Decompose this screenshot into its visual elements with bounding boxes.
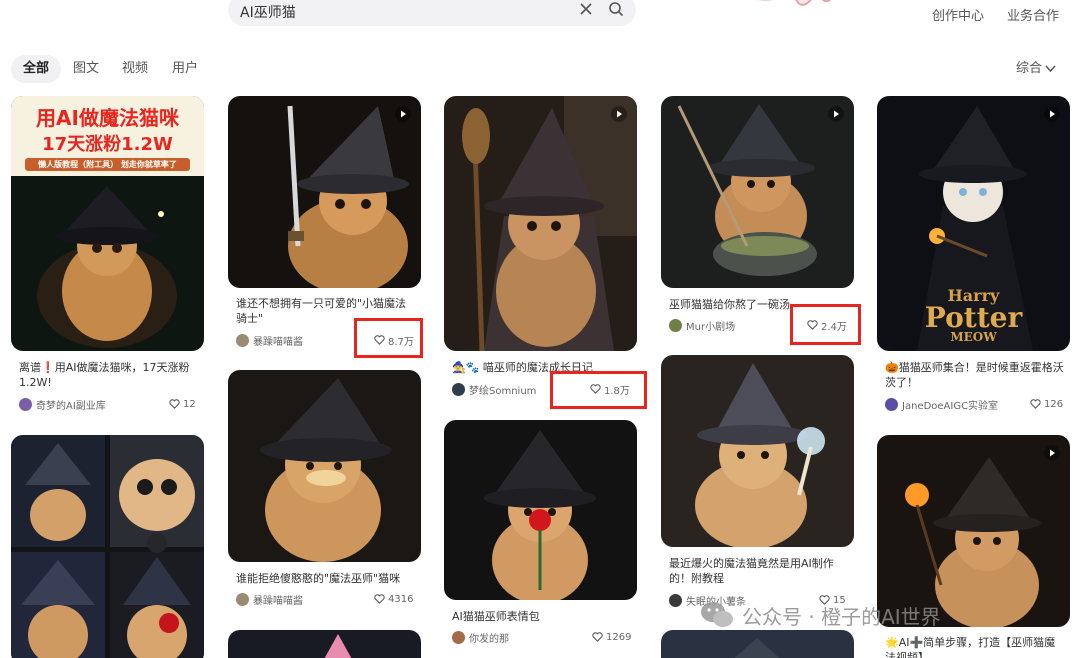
chevron-down-icon xyxy=(1045,64,1056,72)
video-play-icon xyxy=(828,106,844,122)
author[interactable]: JaneDoeAIGC实验室 xyxy=(885,396,998,412)
cover-image[interactable] xyxy=(228,96,421,288)
note-card[interactable] xyxy=(228,630,421,658)
search-icon[interactable] xyxy=(608,1,624,17)
search-input[interactable]: AI巫师猫 xyxy=(240,2,296,22)
author-name: 暴躁喵喵酱 xyxy=(253,336,303,348)
tab-video[interactable]: 视频 xyxy=(110,55,160,83)
video-play-icon xyxy=(395,106,411,122)
author-name: 暴躁喵喵酱 xyxy=(253,595,303,607)
cover-image[interactable] xyxy=(661,630,854,658)
avatar xyxy=(236,333,249,347)
highlight-box xyxy=(790,304,861,345)
avatar xyxy=(885,397,898,411)
tab-image-text[interactable]: 图文 xyxy=(61,55,111,83)
cover-image[interactable] xyxy=(228,630,421,658)
like-button[interactable]: 126 xyxy=(1030,396,1063,412)
business-link[interactable]: 业务合作 xyxy=(1007,5,1059,24)
note-card[interactable]: 🧙‍♀️🐾 喵巫师的魔法成长日记 梦绘Somnium 1.8万 xyxy=(444,96,637,406)
card-title[interactable]: 离谱❗️用AI做魔法猫咪，17天涨粉1.2W! xyxy=(19,360,199,390)
cover-image[interactable] xyxy=(661,96,854,288)
highlight-box xyxy=(550,371,647,409)
avatar xyxy=(452,382,465,396)
card-title[interactable]: 谁能拒绝傻憨憨的"魔法巫师"猫咪 xyxy=(236,571,416,586)
note-card[interactable]: 最近爆火的魔法猫竟然是用AI制作的！附教程 失眠的小薯条 15 xyxy=(661,355,854,615)
avatar xyxy=(236,592,249,606)
like-count: 1269 xyxy=(606,631,632,643)
mascot-illustration xyxy=(758,0,832,6)
author[interactable]: 你发的那 xyxy=(452,629,509,645)
author[interactable]: 暴躁喵喵酱 xyxy=(236,591,303,607)
heart-icon xyxy=(1030,399,1041,409)
author[interactable]: 暴躁喵喵酱 xyxy=(236,332,303,348)
video-play-icon xyxy=(611,106,627,122)
creator-center-link[interactable]: 创作中心 xyxy=(932,5,984,24)
heart-icon xyxy=(374,594,385,604)
note-card[interactable]: 谁能拒绝傻憨憨的"魔法巫师"猫咪 暴躁喵喵酱 4316 xyxy=(228,370,421,610)
cover-text: MEOW xyxy=(950,330,997,344)
avatar xyxy=(19,397,32,411)
author-name: 奇梦的AI副业库 xyxy=(36,400,106,412)
tab-user[interactable]: 用户 xyxy=(160,55,210,83)
like-button[interactable]: 12 xyxy=(169,396,196,412)
card-title[interactable]: 🌟AI➕简单步骤，打造【巫师猫魔法视频】 xyxy=(885,635,1065,658)
heart-icon xyxy=(169,399,180,409)
card-title[interactable]: 🎃猫猫巫师集合！是时候重返霍格沃茨了！ xyxy=(885,360,1065,390)
cover-image[interactable]: 用AI做魔法猫咪 17天涨粉1.2W 懒人版教程（附工具） 划走你就草率了 xyxy=(11,96,204,351)
cover-image[interactable] xyxy=(228,370,421,562)
video-play-icon xyxy=(1044,445,1060,461)
cover-image[interactable] xyxy=(444,420,637,600)
avatar xyxy=(669,318,682,332)
avatar xyxy=(669,593,682,607)
like-button[interactable]: 1269 xyxy=(592,629,631,645)
cover-image[interactable] xyxy=(661,355,854,547)
highlight-box xyxy=(354,318,423,358)
card-title[interactable]: 最近爆火的魔法猫竟然是用AI制作的！附教程 xyxy=(669,556,849,586)
note-card[interactable] xyxy=(11,435,204,658)
clear-icon[interactable] xyxy=(578,1,594,17)
tab-all[interactable]: 全部 xyxy=(11,55,62,83)
heart-icon xyxy=(592,632,603,642)
like-count: 126 xyxy=(1044,398,1064,410)
sort-dropdown[interactable]: 综合 xyxy=(1016,55,1056,83)
cover-image[interactable]: Harry Potter MEOW xyxy=(877,96,1070,351)
search-bar[interactable]: AI巫师猫 xyxy=(228,0,636,26)
like-count: 12 xyxy=(183,398,196,410)
watermark-text: 公众号 · 橙子的AI世界 xyxy=(742,604,941,629)
cover-image[interactable] xyxy=(11,435,204,658)
author-name: 梦绘Somnium xyxy=(469,385,537,397)
cover-text: 17天涨粉1.2W xyxy=(42,134,173,155)
author-name: 你发的那 xyxy=(469,633,509,645)
note-card[interactable]: 用AI做魔法猫咪 17天涨粉1.2W 懒人版教程（附工具） 划走你就草率了 离谱… xyxy=(11,96,204,416)
sort-label: 综合 xyxy=(1016,61,1043,76)
like-button[interactable]: 4316 xyxy=(374,591,413,607)
author-name: Mur小剧场 xyxy=(686,321,736,333)
like-count: 4316 xyxy=(388,593,414,605)
author[interactable]: Mur小剧场 xyxy=(669,317,735,333)
cover-text: 用AI做魔法猫咪 xyxy=(36,106,179,130)
author[interactable]: 梦绘Somnium xyxy=(452,381,536,397)
author[interactable]: 奇梦的AI副业库 xyxy=(19,396,106,412)
note-card[interactable] xyxy=(661,630,854,658)
avatar xyxy=(452,630,465,644)
video-play-icon xyxy=(1044,106,1060,122)
wechat-icon xyxy=(701,602,733,627)
cover-subtext: 懒人版教程（附工具） 划走你就草率了 xyxy=(25,158,190,171)
wechat-watermark: 公众号 · 橙子的AI世界 xyxy=(700,598,941,632)
author-name: JaneDoeAIGC实验室 xyxy=(902,400,999,412)
card-title[interactable]: AI猫猫巫师表情包 xyxy=(452,609,632,624)
note-card[interactable]: AI猫猫巫师表情包 你发的那 1269 xyxy=(444,420,637,650)
cover-image[interactable] xyxy=(444,96,637,351)
note-card[interactable]: Harry Potter MEOW 🎃猫猫巫师集合！是时候重返霍格沃茨了！ Ja… xyxy=(877,96,1070,416)
